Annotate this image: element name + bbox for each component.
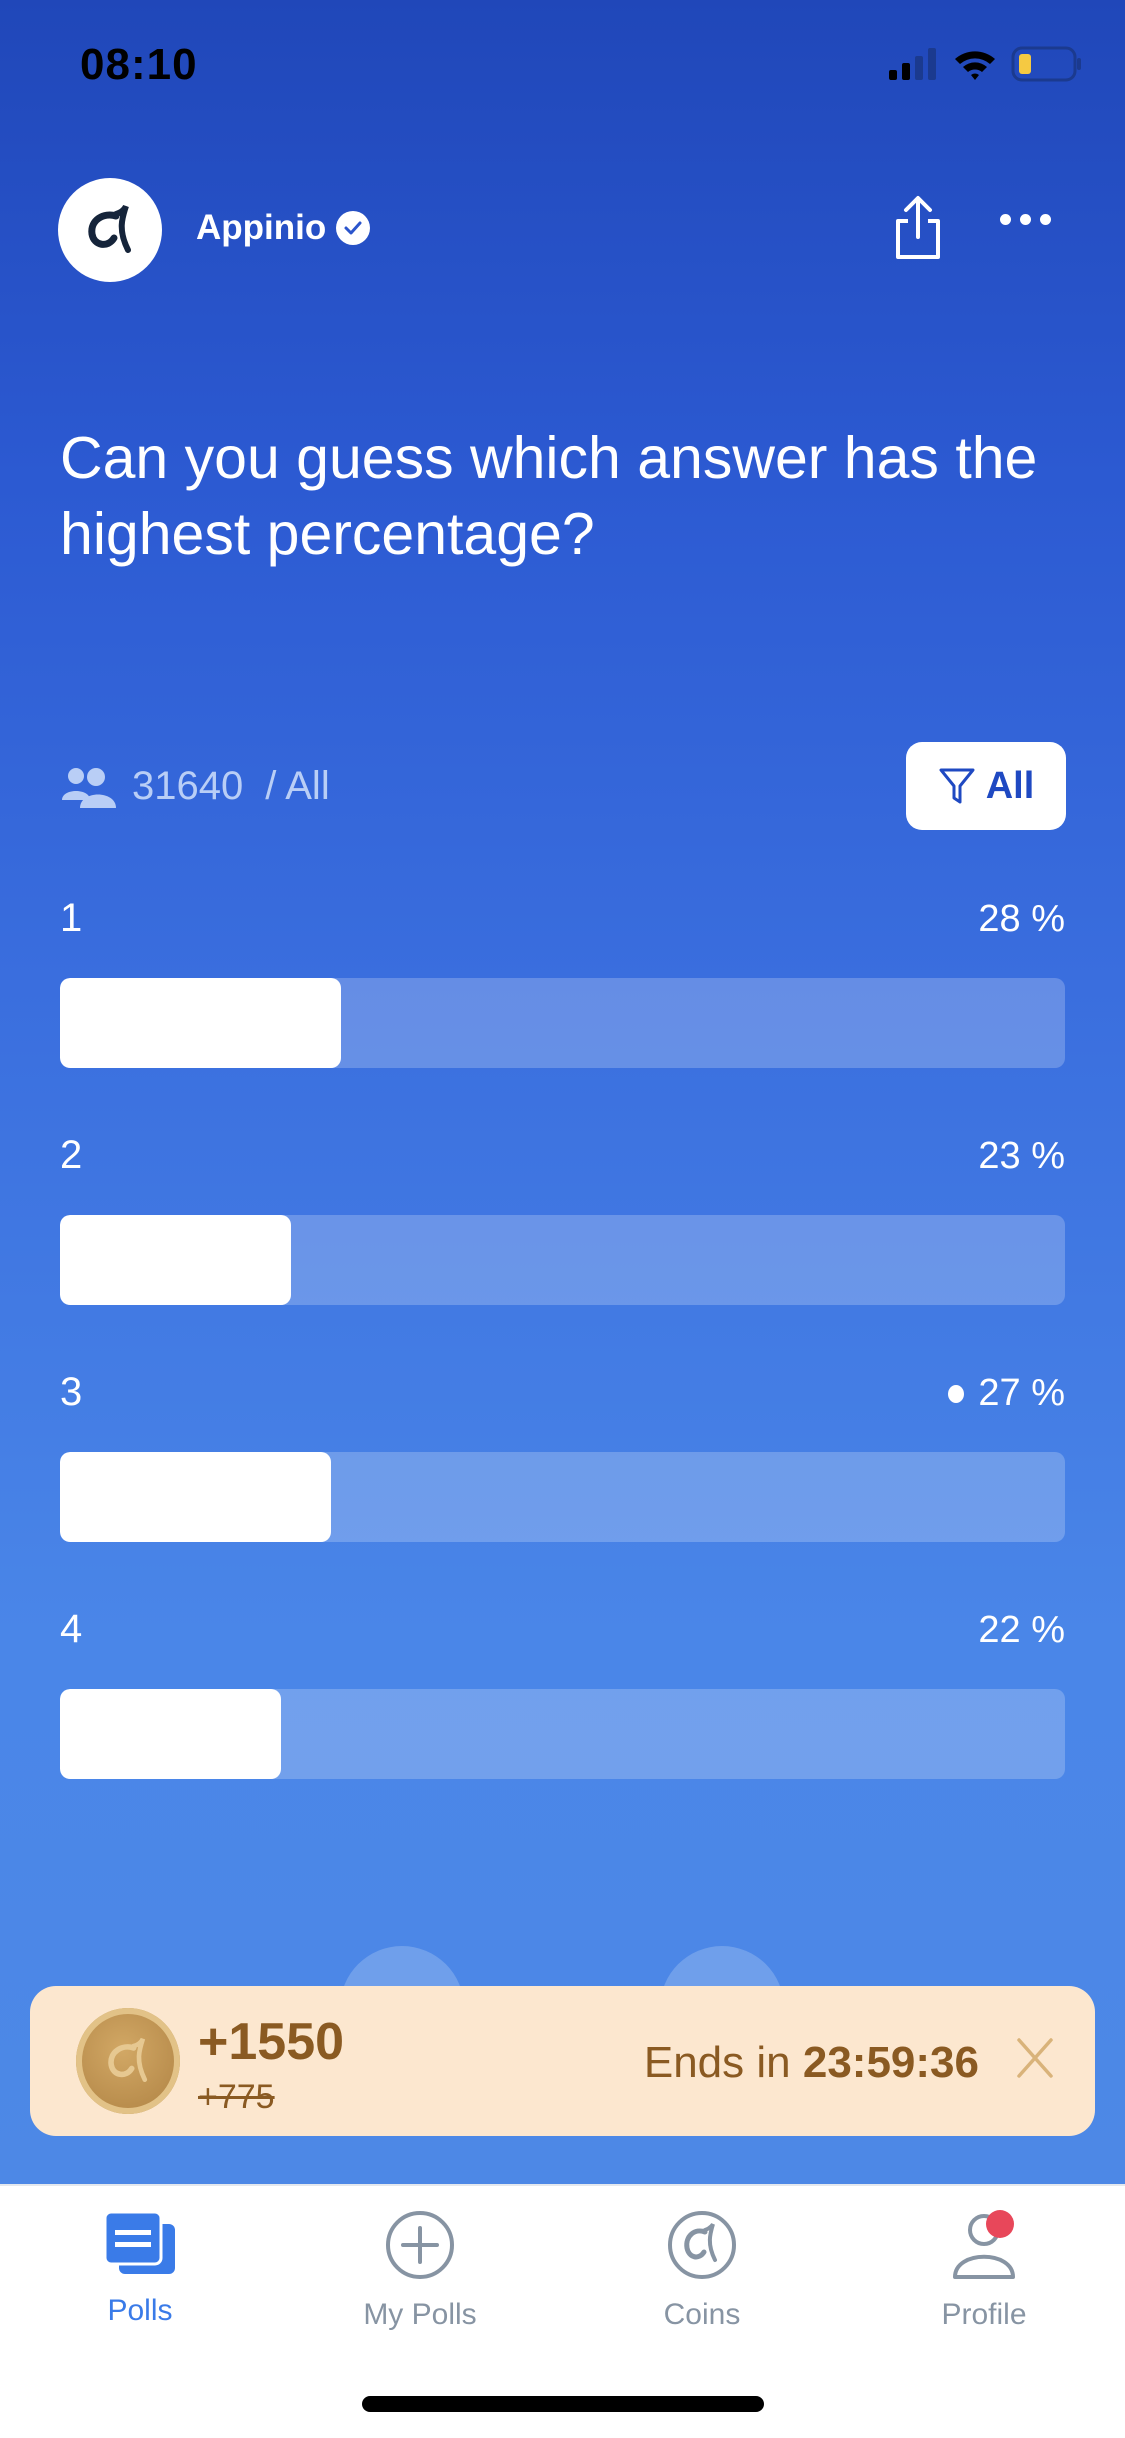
audience-label: / All (265, 764, 330, 808)
filter-funnel-icon (939, 768, 975, 804)
verified-check-icon (336, 211, 371, 245)
tab-polls[interactable]: Polls (40, 2210, 240, 2328)
tab-coins[interactable]: Coins (602, 2210, 802, 2332)
more-options-button[interactable] (1000, 214, 1051, 225)
answer-bar-track[interactable] (60, 978, 1065, 1068)
countdown-time: 23:59:36 (802, 2038, 979, 2087)
answer-label: 4 (60, 1607, 83, 1651)
answer-label: 2 (60, 1133, 83, 1177)
filter-label: All (985, 764, 1035, 807)
close-icon (1017, 2038, 1053, 2078)
tab-label: Coins (663, 2298, 741, 2331)
brand-avatar[interactable] (58, 178, 162, 282)
participants-row: 31640 / All (60, 764, 330, 809)
answer-percent-text: 28 % (978, 898, 1065, 940)
brand-name[interactable]: Appinio (196, 208, 371, 248)
answer-bar-fill (60, 1215, 292, 1305)
answer-percent-text: 27 % (978, 1372, 1065, 1414)
more-dot (1020, 214, 1031, 225)
more-dot (1040, 214, 1051, 225)
brand-name-text: Appinio (196, 208, 327, 247)
poll-question: Can you guess which answer has the highe… (60, 425, 1038, 567)
home-indicator[interactable] (362, 2396, 764, 2412)
close-banner-button[interactable] (1015, 2036, 1055, 2085)
filter-button[interactable]: All (906, 742, 1066, 830)
tab-profile[interactable]: Profile (884, 2210, 1084, 2332)
add-circle-icon (386, 2211, 454, 2279)
people-icon (62, 767, 116, 808)
status-time: 08:10 (80, 40, 198, 89)
share-icon (896, 196, 940, 259)
wifi-icon (955, 51, 995, 80)
tab-label: Profile (941, 2298, 1027, 2331)
coins-icon (668, 2211, 736, 2279)
answer-percent: 28 % (978, 898, 1065, 941)
selected-answer-dot (948, 1384, 965, 1403)
bonus-amount: +1550 (198, 2013, 345, 2071)
answer-bar-track[interactable] (60, 1215, 1065, 1305)
tab-label: Polls (107, 2294, 173, 2327)
answer-percent: 22 % (978, 1609, 1065, 1652)
cellular-signal-icon (889, 48, 936, 80)
coin-icon (76, 2008, 180, 2114)
answer-label: 3 (60, 1370, 83, 1414)
countdown: Ends in 23:59:36 (644, 2038, 979, 2088)
old-bonus-amount: +775 (198, 2078, 275, 2116)
countdown-prefix: Ends in (643, 2038, 791, 2087)
answer-bar-track[interactable] (60, 1689, 1065, 1779)
tab-my-polls[interactable]: My Polls (320, 2210, 520, 2332)
answer-label: 1 (60, 896, 83, 940)
battery-low-icon (1011, 46, 1081, 82)
answer-percent: 23 % (978, 1135, 1065, 1178)
notification-badge (986, 2210, 1014, 2238)
answer-bar-fill (60, 978, 342, 1068)
bonus-banner: +1550 +775 Ends in 23:59:36 (30, 1986, 1095, 2136)
appinio-logo-icon (88, 204, 131, 253)
answer-bar-track[interactable] (60, 1452, 1065, 1542)
status-icons (889, 46, 1083, 82)
tab-label: My Polls (363, 2298, 477, 2331)
answer-bar-fill (60, 1689, 282, 1779)
profile-icon (953, 2210, 1015, 2279)
more-dots-icon (1000, 214, 1011, 225)
answer-percent-text: 23 % (978, 1135, 1065, 1177)
answer-percent-text: 22 % (978, 1609, 1065, 1651)
share-button[interactable] (892, 195, 944, 266)
participant-count: 31640 (132, 764, 244, 808)
answer-bar-fill (60, 1452, 332, 1542)
polls-icon (103, 2210, 175, 2274)
answer-percent: 27 % (948, 1372, 1065, 1415)
poll-background (0, 0, 1125, 2184)
